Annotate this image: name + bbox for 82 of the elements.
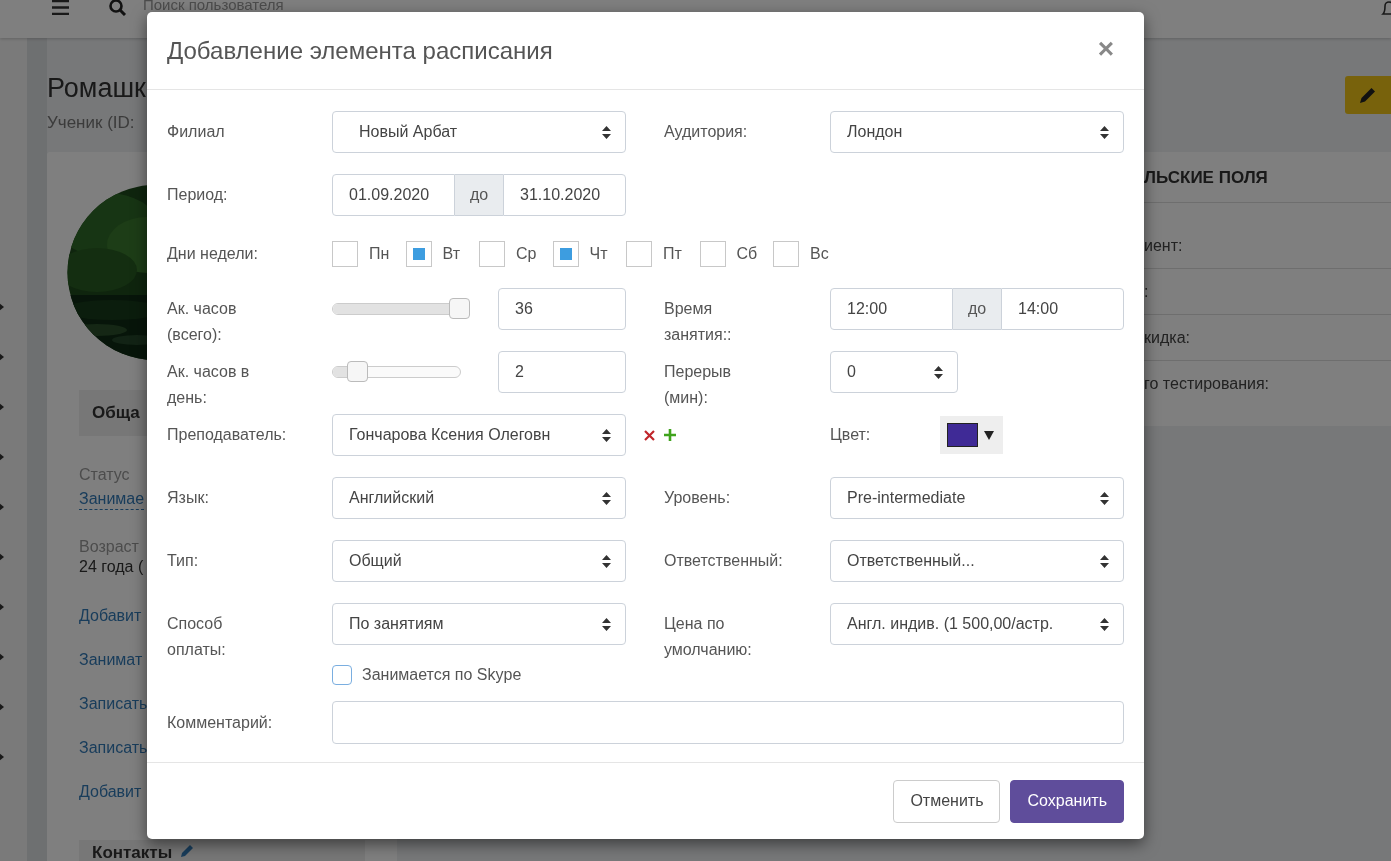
field-label: Язык:: [167, 488, 210, 508]
field-label: Время занятия::: [664, 299, 733, 345]
sort-arrows-icon: [602, 491, 611, 505]
sort-arrows-icon: [1100, 554, 1109, 568]
save-button[interactable]: Сохранить: [1010, 779, 1124, 823]
field-label: Ответственный:: [664, 551, 784, 571]
checkbox-label: Вт: [442, 245, 460, 263]
sort-arrows-icon: [934, 365, 943, 379]
field-label: Цена по умолчанию:: [664, 614, 753, 660]
sort-arrows-icon: [1100, 491, 1109, 505]
input-addon: до: [953, 288, 1001, 330]
field-label: Уровень:: [664, 488, 732, 508]
field-label: Цвет:: [830, 425, 872, 445]
sort-arrows-icon: [1100, 617, 1109, 631]
field-label: Способ оплаты:: [167, 614, 227, 660]
input-addon: до: [455, 174, 503, 216]
sort-arrows-icon: [602, 125, 611, 139]
input-field[interactable]: 36: [498, 288, 626, 330]
field-label: го тестирования:: [1143, 374, 1271, 394]
select-field[interactable]: Английский: [332, 477, 626, 519]
checkbox[interactable]: [479, 241, 505, 267]
close-button[interactable]: ×: [1087, 34, 1124, 67]
field-label: Дни недели:: [167, 244, 259, 264]
menu-icon[interactable]: [52, 0, 69, 15]
sort-arrows-icon: [1100, 125, 1109, 139]
add-icon[interactable]: [664, 429, 676, 441]
checkbox-label: Сб: [736, 245, 758, 263]
checkbox[interactable]: [552, 241, 579, 267]
select-field[interactable]: По занятиям: [332, 603, 626, 645]
slider[interactable]: [332, 298, 470, 320]
slider[interactable]: [332, 361, 461, 383]
edit-button[interactable]: [1345, 76, 1391, 114]
slider-handle[interactable]: [347, 361, 369, 382]
input-field[interactable]: 12:00: [830, 288, 953, 330]
pencil-icon: [1359, 86, 1377, 104]
checkbox-label: Чт: [589, 245, 608, 263]
page-subtitle: Ученик (ID:: [47, 113, 135, 133]
sort-arrows-icon: [602, 554, 611, 568]
checkbox-label: Занимается по Skype: [362, 666, 522, 684]
select-field[interactable]: Новый Арбат: [332, 111, 626, 153]
field-label: Аудитория:: [664, 122, 749, 142]
field-label: Тип:: [167, 551, 200, 571]
color-picker[interactable]: [940, 416, 1003, 454]
remove-icon[interactable]: [644, 429, 655, 441]
slider-handle[interactable]: [449, 298, 470, 319]
input-field[interactable]: 2: [498, 351, 626, 393]
checkbox[interactable]: [699, 241, 726, 267]
page-title: Ромашк: [47, 72, 146, 104]
caret-icon: [984, 430, 994, 440]
input-field[interactable]: 31.10.2020: [503, 174, 626, 216]
dialog-title: Добавление элемента расписания: [167, 36, 554, 65]
select-field[interactable]: Гончарова Ксения Олеговн: [332, 414, 626, 456]
checkbox[interactable]: [626, 241, 652, 267]
cancel-button[interactable]: Отменить: [893, 779, 1001, 823]
select-field[interactable]: 0: [830, 351, 958, 393]
checkbox[interactable]: [332, 241, 358, 267]
select-field[interactable]: Общий: [332, 540, 626, 582]
select-field[interactable]: Ответственный...: [830, 540, 1124, 582]
sort-arrows-icon: [602, 617, 611, 631]
field-label: Перерыв (мин):: [664, 362, 733, 408]
field-label: Ак. часов (всего):: [167, 299, 238, 345]
field-label: Филиал: [167, 122, 226, 142]
search-icon[interactable]: [109, 0, 127, 16]
select-field[interactable]: Лондон: [830, 111, 1124, 153]
field-value: 24 года (: [79, 557, 144, 577]
checkbox-label: Вс: [810, 245, 829, 263]
checkbox[interactable]: [773, 241, 799, 267]
comment-field[interactable]: [332, 701, 1124, 744]
select-field[interactable]: Pre-intermediate: [830, 477, 1124, 519]
select-field[interactable]: Англ. индив. (1 500,00/астр.: [830, 603, 1124, 645]
checkbox-label: Пн: [369, 245, 390, 263]
checkbox-label: Пт: [663, 245, 682, 263]
field-label: Период:: [167, 185, 229, 205]
checkbox-label: Ср: [516, 245, 537, 263]
sort-arrows-icon: [602, 428, 611, 442]
checkbox[interactable]: [405, 241, 432, 267]
field-label: Комментарий:: [167, 712, 274, 733]
pencil-icon[interactable]: [180, 844, 195, 858]
input-field[interactable]: 14:00: [1001, 288, 1124, 330]
checkbox[interactable]: [332, 665, 352, 685]
input-field[interactable]: 01.09.2020: [332, 174, 455, 216]
section-header: Контакты: [92, 844, 173, 861]
